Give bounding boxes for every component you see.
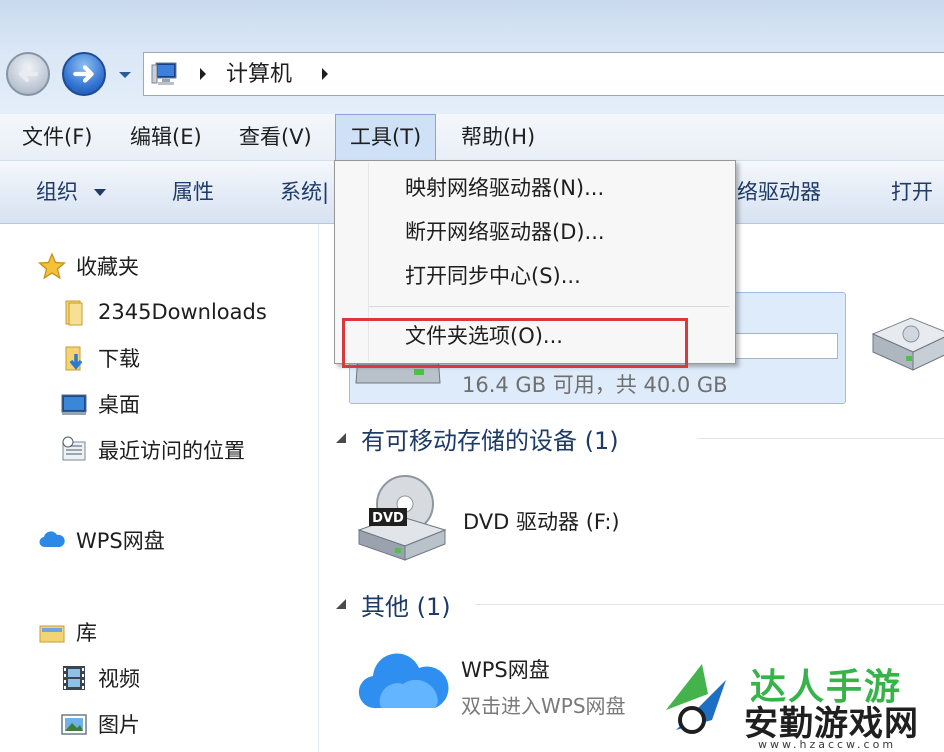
nav-item-label: 视频 [98, 667, 140, 691]
group-divider [475, 604, 944, 605]
group-other-label: 其他 (1) [361, 592, 451, 621]
group-other[interactable]: 其他 (1) [335, 586, 451, 622]
nav-item-pictures[interactable]: 图片 [60, 706, 140, 742]
arrow-left-icon [19, 66, 38, 82]
breadcrumb-arrow-icon[interactable] [198, 67, 208, 81]
computer-icon [151, 62, 177, 85]
folder-icon [65, 300, 83, 326]
group-removable-label: 有可移动存储的设备 (1) [361, 426, 619, 455]
nav-item-2345downloads[interactable]: 2345Downloads [60, 294, 267, 330]
open-control-panel-button[interactable]: 打开 [891, 161, 933, 223]
cloud-icon [39, 531, 65, 548]
forward-button[interactable] [62, 52, 106, 96]
breadcrumb-arrow-icon[interactable] [320, 67, 330, 81]
download-folder-icon [65, 346, 83, 371]
menu-file[interactable]: 文件(F) [8, 114, 106, 160]
menu-separator [369, 306, 729, 307]
watermark-url: www.hzaccw.com [758, 738, 897, 751]
nav-libraries-label: 库 [76, 621, 97, 645]
nav-favorites-label: 收藏夹 [76, 255, 139, 279]
group-divider [697, 438, 944, 439]
nav-item-label: 最近访问的位置 [98, 439, 245, 463]
menu-edit[interactable]: 编辑(E) [116, 114, 216, 160]
wps-cloud-icon [358, 653, 449, 709]
menu-open-sync-center[interactable]: 打开同步中心(S)... [405, 259, 581, 293]
organize-label: 组织 [36, 180, 78, 204]
nav-item-label: 图片 [98, 713, 140, 737]
nav-wps-label: WPS网盘 [76, 529, 165, 553]
nav-item-label: 桌面 [98, 393, 140, 417]
nav-item-label: 下载 [98, 347, 140, 371]
nav-item-videos[interactable]: 视频 [60, 660, 140, 696]
nav-item-downloads[interactable]: 下载 [60, 340, 140, 376]
wps-cloud-name[interactable]: WPS网盘 [461, 654, 550, 684]
dvd-drive-icon: DVD [357, 475, 447, 561]
picture-icon [61, 714, 87, 735]
hard-drive-icon [871, 317, 944, 371]
star-icon [38, 252, 66, 280]
properties-button[interactable]: 属性 [172, 161, 214, 223]
menu-tools[interactable]: 工具(T) [335, 114, 437, 161]
arrow-right-icon [73, 65, 94, 83]
menu-help[interactable]: 帮助(H) [447, 114, 549, 160]
film-icon [63, 666, 85, 690]
library-icon [39, 625, 65, 643]
breadcrumb-computer[interactable]: 计算机 [226, 61, 292, 89]
drive-c-space-text: 16.4 GB 可用，共 40.0 GB [462, 373, 728, 397]
nav-item-label: 2345Downloads [98, 300, 267, 324]
dvd-badge-text: DVD [372, 511, 404, 526]
nav-libraries[interactable]: 库 [38, 614, 97, 650]
menu-view[interactable]: 查看(V) [225, 114, 326, 160]
nav-favorites[interactable]: 收藏夹 [38, 248, 139, 284]
collapse-triangle-icon [336, 599, 346, 609]
collapse-triangle-icon [336, 433, 346, 443]
menu-bar: 文件(F) 编辑(E) 查看(V) 工具(T) 帮助(H) [0, 114, 944, 161]
back-button[interactable] [6, 52, 50, 96]
address-bar[interactable]: 计算机 [143, 52, 944, 96]
desktop-icon [61, 394, 87, 415]
chevron-down-icon [119, 72, 131, 78]
dvd-drive-label[interactable]: DVD 驱动器 (F:) [463, 506, 620, 536]
wps-cloud-desc: 双击进入WPS网盘 [461, 694, 626, 718]
recent-places-icon [62, 436, 86, 461]
nav-item-recent-places[interactable]: 最近访问的位置 [60, 432, 245, 468]
group-removable-storage[interactable]: 有可移动存储的设备 (1) [335, 420, 619, 456]
map-network-drive-button[interactable]: 络驱动器 [737, 161, 821, 223]
folder-options-highlight [342, 318, 688, 368]
watermark-logo-icon [666, 664, 726, 734]
recent-pages-button[interactable] [116, 66, 134, 84]
menu-disconnect-network-drive[interactable]: 断开网络驱动器(D)... [405, 215, 605, 249]
menu-map-network-drive[interactable]: 映射网络驱动器(N)... [405, 171, 604, 205]
address-area: 计算机 [0, 0, 944, 115]
nav-wps-cloud[interactable]: WPS网盘 [38, 522, 165, 558]
nav-item-desktop[interactable]: 桌面 [60, 386, 140, 422]
navigation-pane: 收藏夹 2345Downloads 下载 桌面 最近访问的位置 WPS网盘 库 … [0, 224, 319, 752]
site-watermark: 达人手游 安勤游戏网 www.hzaccw.com [640, 640, 944, 752]
system-properties-button[interactable]: 系统| [280, 161, 329, 223]
organize-button[interactable]: 组织 [36, 161, 107, 223]
chevron-down-icon [93, 189, 106, 196]
